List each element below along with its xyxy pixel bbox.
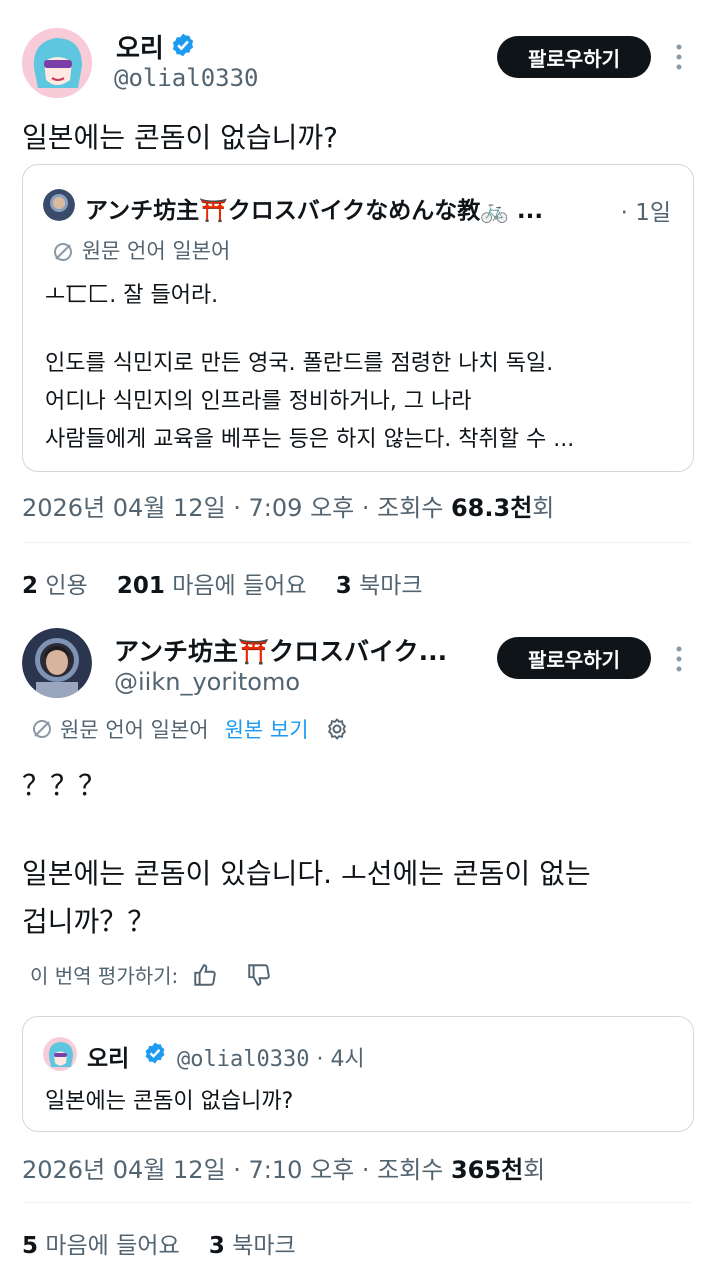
quoted-tweet-card[interactable]: アンチ坊主⛩️クロスバイクなめんな教🚲 ... · 1일 원문 언어 일본어 ㅗ… <box>22 164 694 472</box>
rate-translation-label: 이 번역 평가하기: <box>30 964 179 988</box>
author-name[interactable]: アンチ坊主⛩️クロスバイク... <box>114 632 447 668</box>
quote-avatar <box>43 189 75 221</box>
view-original-link[interactable]: 원본 보기 <box>225 714 309 744</box>
quote-time: · 1일 <box>620 200 671 226</box>
tweet-meta: 2026년 04월 12일 · 7:09 오후 · 조회수 68.3천회 <box>22 488 554 523</box>
quote-author-name: アンチ坊主⛩️クロスバイクなめんな教🚲 ... <box>85 198 544 224</box>
tweet-text: 일본에는 콘돔이 없습니까? <box>22 121 339 154</box>
follow-button[interactable]: 팔로우하기 <box>497 637 651 679</box>
bookmarks-stat[interactable]: 3 북마크 <box>209 1233 296 1259</box>
tweet-stats: 2 인용 201 마음에 들어요 3 북마크 <box>22 566 423 600</box>
quote-author-name: 오리 <box>87 1046 130 1072</box>
likes-stat[interactable]: 201 마음에 들어요 <box>117 573 307 599</box>
bookmarks-stat[interactable]: 3 북마크 <box>336 573 423 599</box>
thumbs-up-icon[interactable] <box>192 962 218 988</box>
source-language-row: 원문 언어 일본어 원본 보기 <box>30 714 349 744</box>
likes-stat[interactable]: 5 마음에 들어요 <box>22 1233 180 1259</box>
view-suffix: 회 <box>532 494 555 522</box>
source-language: 원문 언어 일본어 <box>51 235 230 265</box>
author-handle[interactable]: @iikn_yoritomo <box>114 668 300 696</box>
quote-avatar <box>43 1037 77 1071</box>
tweet-text-line: 겁니까？？ <box>22 905 156 938</box>
divider <box>22 542 692 543</box>
translate-icon <box>51 240 75 264</box>
tweet-timestamp[interactable]: 2026년 04월 12일 · 7:10 오후 · 조회수 <box>22 1156 451 1184</box>
source-language: 원문 언어 일본어 <box>60 718 209 742</box>
tweet-text-line: 일본에는 콘돔이 있습니다. ㅗ선에는 콘돔이 없는 <box>22 857 591 890</box>
tweet-stats: 5 마음에 들어요 3 북마크 <box>22 1226 296 1260</box>
follow-button[interactable]: 팔로우하기 <box>497 36 651 78</box>
tweet-text-line: ？？？ <box>22 769 107 802</box>
thumbs-down-icon[interactable] <box>246 962 272 988</box>
author-handle[interactable]: @olial0330 <box>114 64 259 92</box>
quote-text-line: 인도를 식민지로 만든 영국. 폴란드를 점령한 나치 독일. <box>45 351 554 376</box>
quote-text-line: ㅗ匸匚. 잘 들어라. <box>45 283 219 308</box>
more-options-icon[interactable] <box>672 42 686 72</box>
gear-icon[interactable] <box>325 717 349 741</box>
view-suffix: 회 <box>523 1156 546 1184</box>
verified-badge-icon <box>170 32 196 62</box>
translate-icon <box>30 717 54 741</box>
view-count: 365천 <box>450 1156 524 1184</box>
quotes-stat[interactable]: 2 인용 <box>22 573 88 599</box>
avatar[interactable] <box>22 28 92 98</box>
rate-translation-row: 이 번역 평가하기: <box>30 960 272 989</box>
quote-text-line: 어디나 식민지의 인프라를 정비하거나, 그 나라 <box>45 389 472 414</box>
quote-text-line: 사람들에게 교육을 베푸는 등은 하지 않는다. 착취할 수 ... <box>45 427 575 452</box>
author-name[interactable]: 오리 <box>116 28 164 65</box>
verified-badge-icon <box>143 1041 167 1069</box>
quote-text: 일본에는 콘돔이 없습니까? <box>45 1089 294 1114</box>
tweet-timestamp[interactable]: 2026년 04월 12일 · 7:09 오후 · 조회수 <box>22 494 451 522</box>
tweet-meta: 2026년 04월 12일 · 7:10 오후 · 조회수 365천회 <box>22 1150 545 1185</box>
avatar[interactable] <box>22 628 92 698</box>
quote-author-handle: @olial0330 · 4시 <box>177 1047 365 1072</box>
view-count: 68.3천 <box>450 494 533 522</box>
more-options-icon[interactable] <box>672 644 686 674</box>
quoted-tweet-card[interactable]: 오리 @olial0330 · 4시 일본에는 콘돔이 없습니까? <box>22 1016 694 1132</box>
divider <box>22 1202 692 1203</box>
